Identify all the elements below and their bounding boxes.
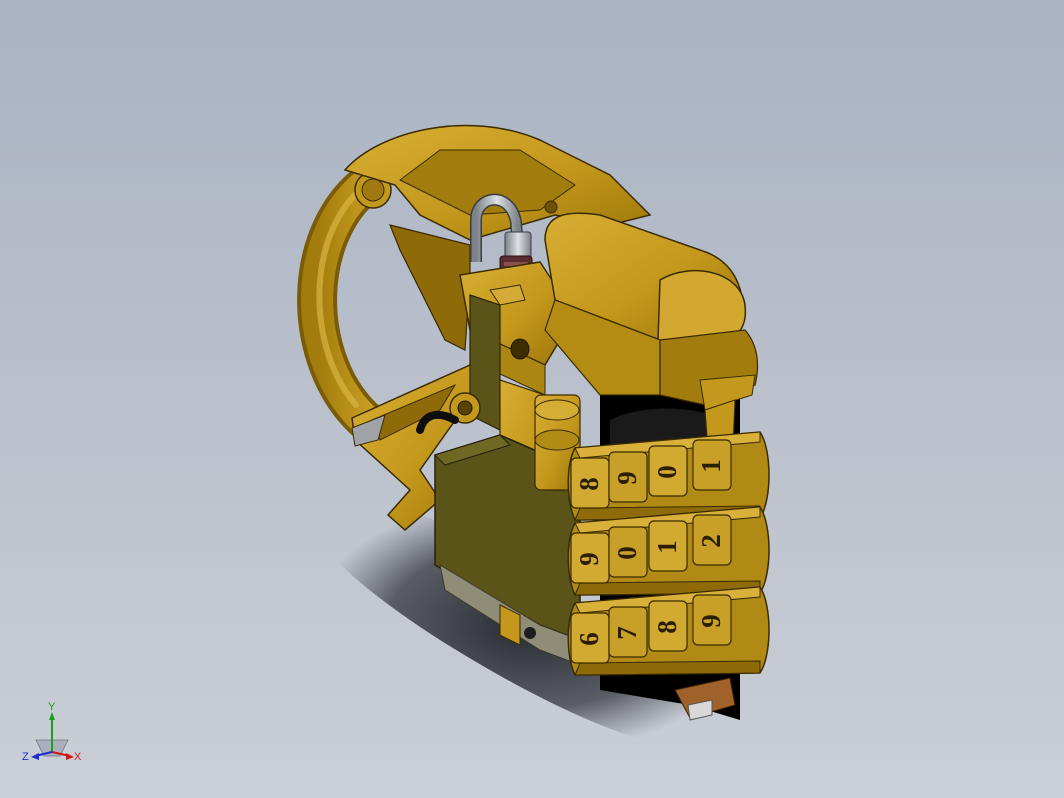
wheel-2-digit-4: 2 [696, 534, 726, 548]
wheel-1-digit-3: 0 [652, 465, 682, 479]
wheel-3-digit-4: 9 [696, 614, 726, 628]
shackle [297, 160, 392, 440]
wheel-1-digit-2: 9 [612, 471, 642, 485]
cad-viewport[interactable]: 890190126789 Y X Z [0, 0, 1064, 798]
wheel-3-digit-1: 6 [574, 632, 604, 646]
wheel-1-digit-1: 8 [574, 477, 604, 491]
x-axis-label: X [74, 751, 82, 763]
z-axis-label: Z [22, 751, 29, 763]
y-axis-arrow-icon [49, 712, 55, 720]
combination-lock-model[interactable]: 8 9 0 19 0 1 26 7 8 9 Y X Z [0, 0, 1064, 798]
combination-wheels: 8 9 0 19 0 1 26 7 8 9 [567, 431, 770, 676]
wheel-3-digit-3: 8 [652, 620, 682, 634]
y-axis-label: Y [48, 701, 56, 713]
wheel-2-digit-3: 1 [652, 540, 682, 554]
wheel-1-digit-4: 1 [696, 459, 726, 473]
wheel-3[interactable]: 6789 [567, 586, 770, 676]
wheel-1[interactable]: 8901 [567, 431, 770, 521]
axis-triad: Y X Z [22, 701, 82, 763]
wheel-2-digit-1: 9 [574, 552, 604, 566]
z-axis-arrow-icon [31, 753, 39, 760]
wheel-3-digit-2: 7 [612, 626, 642, 640]
x-axis-arrow-icon [66, 753, 74, 760]
wheel-2-digit-2: 0 [612, 546, 642, 560]
